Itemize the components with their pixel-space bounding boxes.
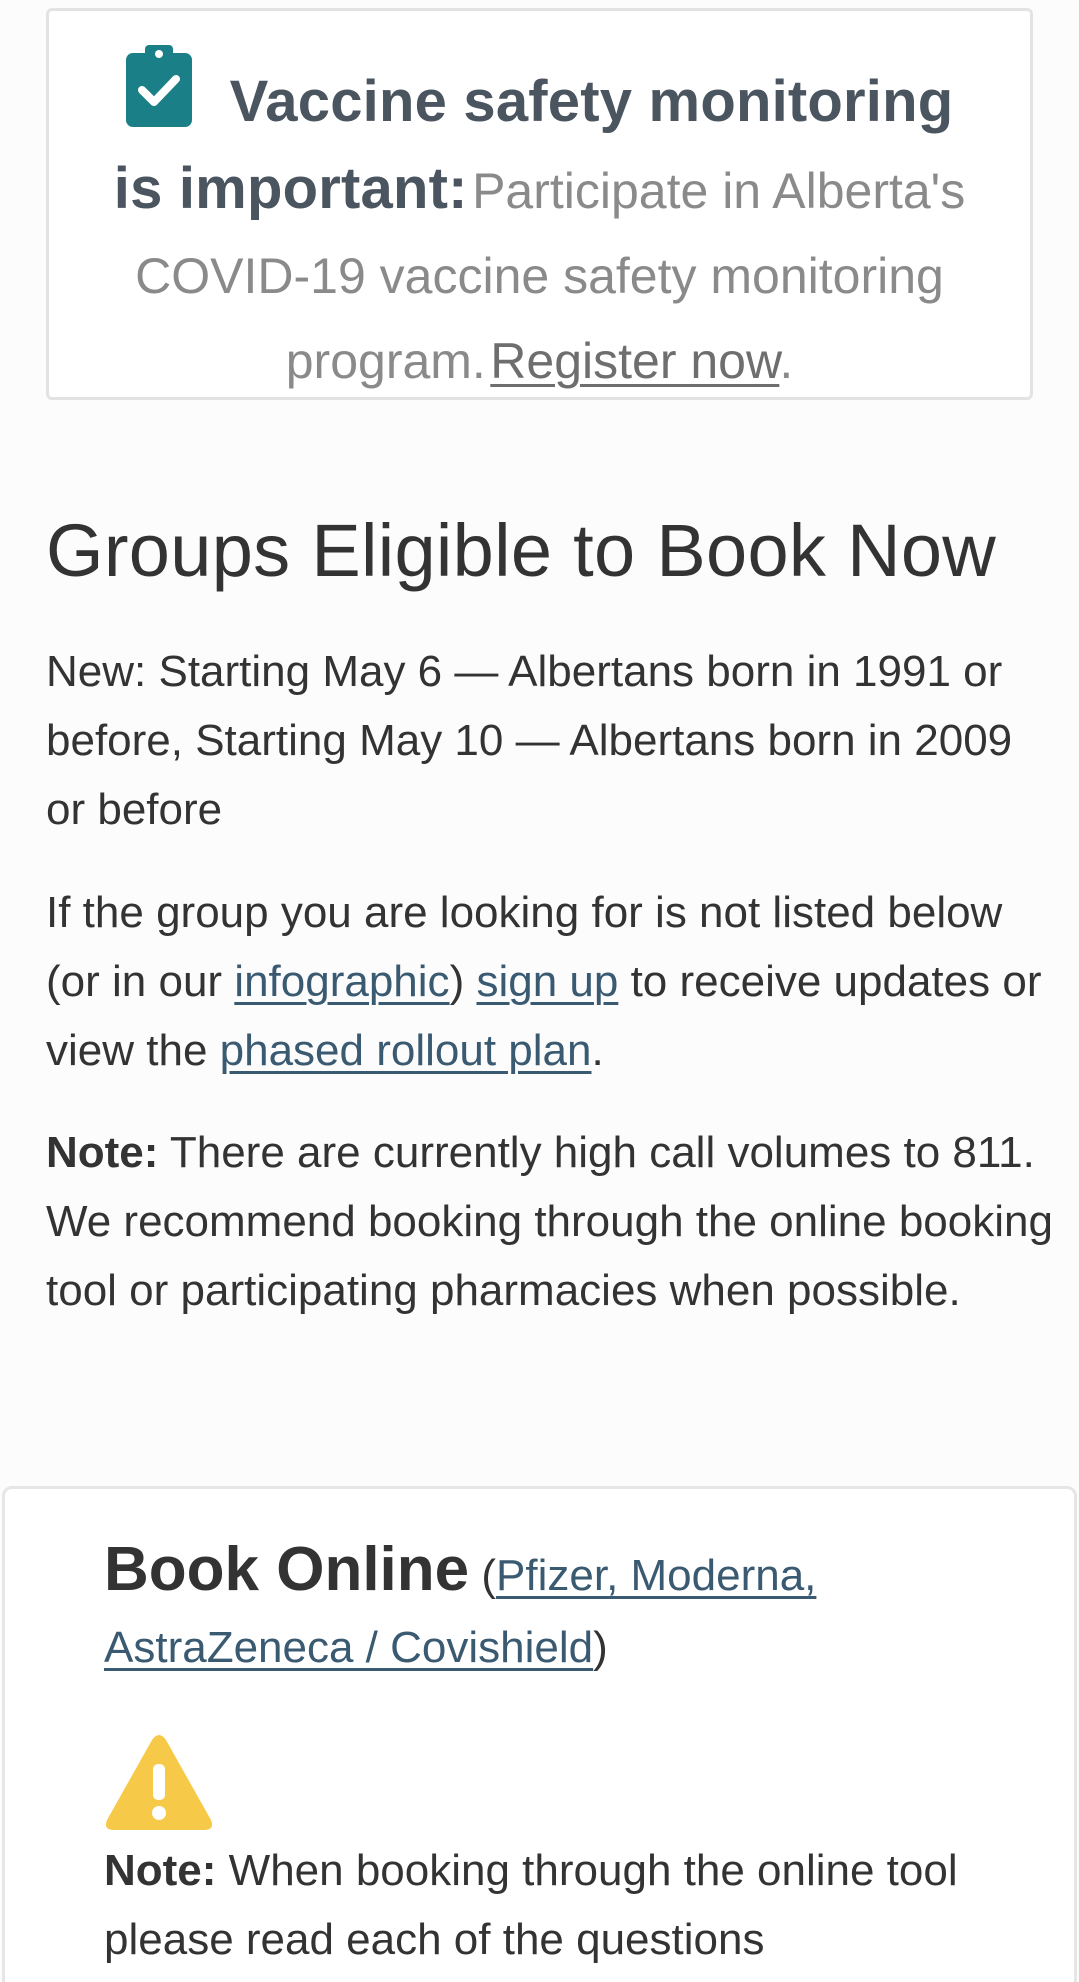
banner-line-4: program. Register now. — [79, 325, 1000, 410]
book-online-paren-close: ) — [593, 1623, 608, 1672]
safety-monitoring-banner: Vaccine safety monitoring is important: … — [46, 8, 1033, 400]
register-now-link[interactable]: Register now — [490, 333, 779, 389]
banner-text-part-3: program. — [285, 333, 486, 389]
groups-eligible-heading: Groups Eligible to Book Now — [46, 509, 997, 592]
banner-trailing-period: . — [779, 333, 794, 389]
call-volume-note: Note: There are currently high call volu… — [46, 1118, 1056, 1325]
banner-title-continued: is important: — [113, 156, 468, 221]
book-note-text: When booking through the online tool ple… — [104, 1846, 958, 1964]
banner-text-part-2: COVID-19 vaccine safety monitoring — [135, 248, 944, 304]
call-note-text: There are currently high call volumes to… — [46, 1128, 1053, 1315]
banner-title: Vaccine safety monitoring — [229, 69, 954, 134]
page: Vaccine safety monitoring is important: … — [0, 0, 1079, 1982]
phased-rollout-plan-link[interactable]: phased rollout plan — [220, 1026, 592, 1075]
info-paragraph: If the group you are looking for is not … — [46, 878, 1056, 1085]
book-note-label: Note: — [104, 1846, 217, 1895]
book-online-title: Book Online — [104, 1535, 470, 1604]
banner-line-3: COVID-19 vaccine safety monitoring — [79, 240, 1000, 325]
info-text-4: . — [591, 1026, 604, 1075]
infographic-link[interactable]: infographic — [234, 957, 449, 1006]
book-online-paren-open: ( — [469, 1551, 497, 1600]
banner-text-part-1: Participate in Alberta's — [472, 163, 966, 219]
banner-line-2: is important: Participate in Alberta's — [79, 153, 1000, 240]
call-note-label: Note: — [46, 1128, 159, 1177]
info-text-2: ) — [449, 957, 477, 1006]
banner-title-line-1: Vaccine safety monitoring — [79, 45, 1000, 153]
new-eligibility-notice: New: Starting May 6 — Albertans born in … — [46, 647, 1013, 834]
online-booking-note: Note: When booking through the online to… — [104, 1836, 1064, 1974]
sign-up-link[interactable]: sign up — [476, 957, 618, 1006]
book-online-header: Book Online (Pfizer, Moderna, AstraZenec… — [104, 1534, 1054, 1684]
warning-triangle-icon — [105, 1735, 213, 1830]
clipboard-check-icon — [125, 45, 192, 127]
